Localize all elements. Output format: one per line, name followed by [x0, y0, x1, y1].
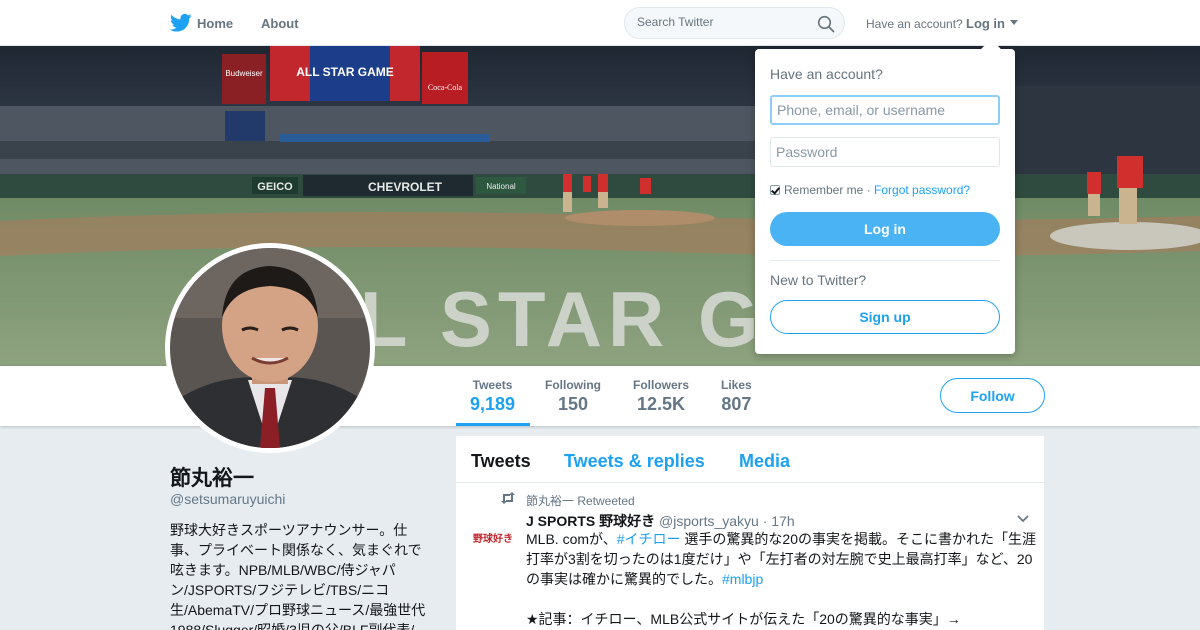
- ad-board-chevrolet: CHEVROLET: [368, 180, 443, 194]
- have-account-text: Have an account?: [866, 17, 963, 31]
- stat-likes[interactable]: Likes 807: [721, 378, 752, 415]
- remember-row: Remember me · Forgot password?: [770, 183, 970, 197]
- profile-name[interactable]: 節丸裕一: [170, 462, 254, 492]
- twitter-bird-icon[interactable]: [170, 13, 192, 33]
- retweet-icon: [501, 492, 515, 504]
- profile-handle[interactable]: @setsumaruyuichi: [170, 491, 285, 507]
- stat-likes-value: 807: [721, 394, 752, 414]
- follow-button[interactable]: Follow: [940, 378, 1045, 413]
- tab-tweets[interactable]: Tweets: [471, 451, 531, 472]
- search-input[interactable]: [637, 15, 807, 29]
- timeline: Tweets Tweets & replies Media 節丸裕一 Retwe…: [456, 436, 1044, 630]
- tweet-timestamp[interactable]: · 17h: [763, 513, 795, 529]
- profile-bio: 野球大好きスポーツアナウンサー。仕事、プライベート関係なく、気まぐれで呟きます。…: [170, 522, 426, 630]
- tab-media[interactable]: Media: [739, 451, 790, 472]
- stat-followers-value: 12.5K: [636, 394, 686, 414]
- svg-text:野球好き: 野球好き: [473, 532, 513, 545]
- stat-tweets-value: 9,189: [470, 394, 516, 414]
- chevron-down-icon[interactable]: [1016, 512, 1030, 526]
- login-link-label: Log in: [966, 16, 1005, 31]
- tab-tweets-replies[interactable]: Tweets & replies: [564, 451, 705, 472]
- ad-board-allstar: ALL STAR GAME: [296, 65, 394, 79]
- stat-following-value: 150: [557, 394, 589, 414]
- remember-me-label[interactable]: Remember me: [784, 183, 863, 197]
- stat-followers-label: Followers: [633, 378, 690, 392]
- forgot-password-link[interactable]: Forgot password?: [874, 183, 970, 197]
- password-field[interactable]: [770, 137, 1000, 167]
- nav-about-link[interactable]: About: [261, 16, 299, 31]
- separator-text: ·: [863, 183, 875, 197]
- login-button[interactable]: Log in: [770, 212, 1000, 246]
- hashtag-link[interactable]: #mlbjp: [722, 571, 763, 587]
- ad-board-geico: GEICO: [257, 181, 293, 193]
- stat-tweets-label: Tweets: [472, 378, 513, 392]
- top-nav: Home About Have an account? Log in: [0, 0, 1200, 46]
- stat-likes-label: Likes: [721, 378, 752, 392]
- stat-followers[interactable]: Followers 12.5K: [633, 378, 689, 415]
- tweet-author-avatar[interactable]: 野球好き: [470, 528, 516, 548]
- dropdown-divider: [770, 260, 1000, 261]
- signup-button[interactable]: Sign up: [770, 300, 1000, 334]
- profile-avatar[interactable]: [165, 243, 375, 453]
- login-dropdown: Have an account? Remember me · Forgot pa…: [755, 39, 1015, 354]
- search-box: [624, 7, 845, 39]
- caret-down-icon: [1009, 20, 1018, 25]
- login-dropdown-toggle[interactable]: Log in: [966, 16, 1018, 31]
- new-to-twitter-text: New to Twitter?: [770, 272, 867, 288]
- tweet-text: MLB. comが、#イチロー 選手の驚異的な20の事実を掲載。そこに書かれた「…: [526, 529, 1036, 629]
- stat-following[interactable]: Following 150: [545, 378, 601, 415]
- dropdown-title: Have an account?: [770, 66, 883, 82]
- search-icon[interactable]: [817, 15, 835, 33]
- nav-home-link[interactable]: Home: [197, 16, 233, 31]
- tweet-text-part: ★記事：イチロー、MLB公式サイトが伝えた「20の驚異的な事実」→: [526, 611, 961, 627]
- timeline-tabs: Tweets Tweets & replies Media: [456, 436, 1044, 483]
- tweet-author-handle[interactable]: @jsports_yakyu: [659, 513, 759, 529]
- tweet-header: J SPORTS 野球好き @jsports_yakyu · 17h: [526, 511, 795, 531]
- jsports-logo-icon: 野球好き: [470, 528, 516, 548]
- retweet-context[interactable]: 節丸裕一 Retweeted: [526, 492, 635, 509]
- ad-board-cocacola: Coca-Cola: [428, 83, 463, 92]
- remember-me-checkbox[interactable]: [770, 185, 780, 195]
- ad-board-budweiser: Budweiser: [225, 69, 263, 78]
- active-stat-indicator: [456, 423, 530, 426]
- stat-tweets[interactable]: Tweets 9,189: [470, 378, 515, 415]
- hashtag-link[interactable]: #イチロー: [617, 531, 681, 547]
- tweet-text-part: MLB. comが、: [526, 531, 617, 547]
- username-field[interactable]: [770, 95, 1000, 125]
- avatar-photo: [170, 248, 370, 448]
- stat-following-label: Following: [545, 378, 601, 392]
- tweet-author-name[interactable]: J SPORTS 野球好き: [526, 513, 655, 529]
- ad-board-national: National: [486, 182, 516, 191]
